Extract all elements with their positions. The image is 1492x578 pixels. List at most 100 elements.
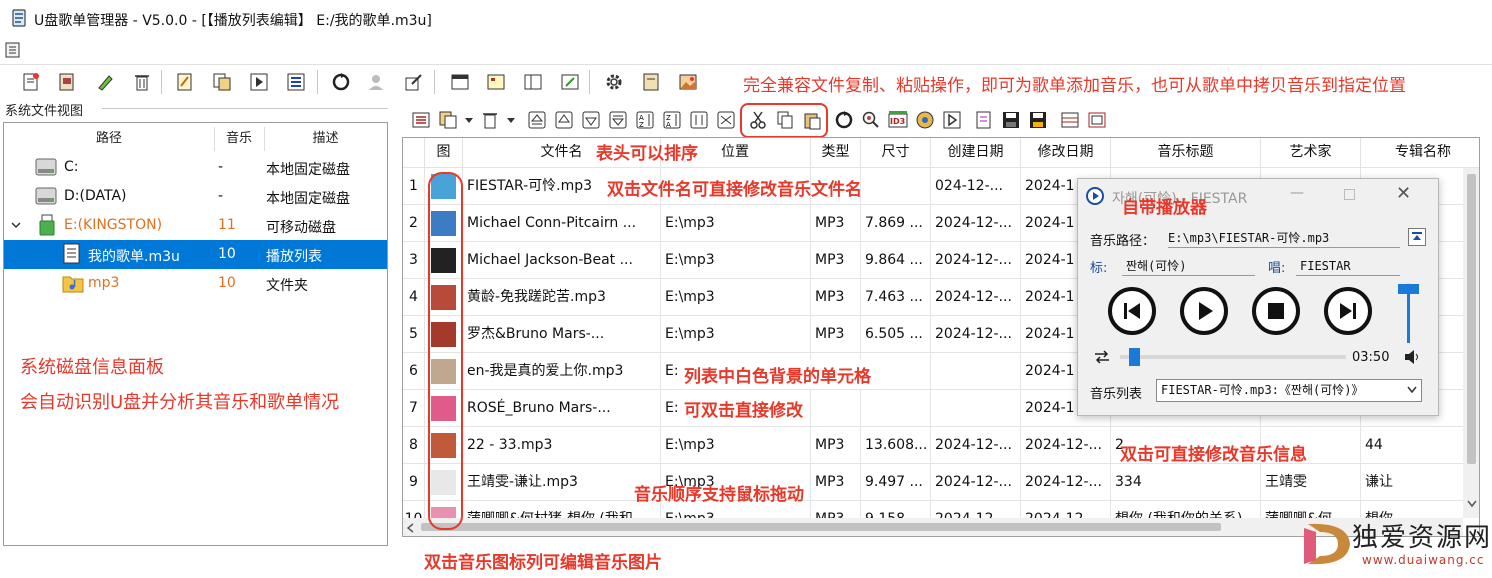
header-created[interactable]: 创建日期 <box>931 138 1021 167</box>
vertical-scrollbar[interactable] <box>1463 168 1479 518</box>
header-album[interactable]: 专辑名称 <box>1361 138 1479 167</box>
artist-field[interactable]: FIESTAR <box>1296 256 1400 276</box>
new-playlist-icon[interactable] <box>20 71 42 93</box>
progress-bar[interactable] <box>1120 348 1346 366</box>
window-icon[interactable] <box>449 71 471 93</box>
cell-type[interactable] <box>811 390 861 426</box>
previous-button[interactable] <box>1108 287 1156 335</box>
header-path[interactable]: 路径 <box>4 127 214 151</box>
open-playlist-icon[interactable] <box>56 71 78 93</box>
fullscreen-icon[interactable] <box>1086 109 1108 131</box>
minimize-icon[interactable]: — <box>1290 185 1304 201</box>
cell-modified[interactable]: 2024-12-... <box>1021 464 1111 500</box>
add-files-icon[interactable] <box>437 109 459 131</box>
cell-size[interactable]: 9.497 ... <box>861 464 931 500</box>
cell-size[interactable]: 6.505 ... <box>861 316 931 352</box>
cell-loc[interactable]: E:\mp3 <box>661 205 811 241</box>
cell-type[interactable]: MP3 <box>811 316 861 352</box>
cell-created[interactable]: 2024-12-... <box>931 205 1021 241</box>
volume-slider[interactable] <box>1398 283 1419 343</box>
cell-size[interactable] <box>861 390 931 426</box>
cell-size[interactable] <box>861 168 931 204</box>
id3-icon[interactable]: ID3 <box>887 109 909 131</box>
save-as-icon[interactable] <box>1027 109 1049 131</box>
cell-created[interactable]: 2024-12-... <box>931 427 1021 463</box>
cell-created[interactable] <box>931 390 1021 426</box>
chevron-down-icon[interactable] <box>506 117 516 125</box>
locate-icon[interactable] <box>1408 228 1426 246</box>
disc-icon[interactable] <box>914 109 936 131</box>
reverse-icon[interactable] <box>688 109 710 131</box>
header-music[interactable]: 音乐 <box>214 127 264 151</box>
maximize-icon[interactable] <box>1344 189 1355 200</box>
tree-row-playlist[interactable]: 我的歌单.m3u 10 播放列表 <box>4 240 387 269</box>
move-bottom-icon[interactable] <box>607 109 629 131</box>
cell-type[interactable]: MP3 <box>811 242 861 278</box>
cell-size[interactable]: 13.608... <box>861 427 931 463</box>
save-icon[interactable] <box>1000 109 1022 131</box>
list-icon[interactable] <box>285 71 307 93</box>
path-field[interactable]: E:\mp3\FIESTAR-可怜.mp3 <box>1168 228 1400 248</box>
sort-az-icon[interactable]: AZ <box>634 109 656 131</box>
cell-artist[interactable]: 王靖雯 <box>1261 464 1361 500</box>
note-icon[interactable] <box>174 71 196 93</box>
chevron-left-icon[interactable] <box>407 523 415 533</box>
sort-za-icon[interactable]: ZA <box>661 109 683 131</box>
table-row[interactable]: 8 22 - 33.mp3 E:\mp3 MP3 13.608... 2024-12-..… <box>403 426 1479 463</box>
mini-player[interactable]: 자해(可怜) - FIESTAR — ✕ 自带播放器 音乐路径： E:\mp3\… <box>1077 178 1439 416</box>
move-top-icon[interactable] <box>526 109 548 131</box>
refresh-icon[interactable] <box>330 71 352 93</box>
cell-file[interactable]: Michael Jackson-Beat ... <box>463 242 661 278</box>
tree-row-c[interactable]: C: - 本地固定磁盘 <box>4 153 387 182</box>
cell-loc[interactable]: E:\mp3 <box>661 427 811 463</box>
cell-created[interactable]: 2024-12-... <box>931 242 1021 278</box>
gear-icon[interactable] <box>603 71 625 93</box>
cell-loc[interactable]: E:\mp3 <box>661 279 811 315</box>
chevron-down-icon[interactable] <box>464 117 474 125</box>
volume-thumb[interactable] <box>1398 283 1419 294</box>
header-modified[interactable]: 修改日期 <box>1021 138 1111 167</box>
chevron-down-icon[interactable] <box>1467 500 1477 508</box>
chevron-down-icon[interactable] <box>10 219 22 231</box>
copy-files-icon[interactable] <box>211 71 233 93</box>
chevron-down-icon[interactable] <box>1407 386 1417 394</box>
book-icon[interactable] <box>640 71 662 93</box>
list-view-icon[interactable] <box>410 109 432 131</box>
document-icon[interactable] <box>973 109 995 131</box>
scroll-thumb[interactable] <box>421 523 1221 531</box>
header-type[interactable]: 类型 <box>811 138 861 167</box>
cell-file[interactable]: en-我是真的爱上你.mp3 <box>463 353 661 389</box>
cell-title[interactable]: 334 <box>1111 464 1261 500</box>
playlist-select[interactable]: FIESTAR-可怜.mp3:《짠해(可怜)》 <box>1156 379 1422 402</box>
user-icon[interactable] <box>366 71 388 93</box>
cell-type[interactable]: MP3 <box>811 464 861 500</box>
delete-icon[interactable] <box>131 71 153 93</box>
header-image[interactable]: 图 <box>425 138 463 167</box>
cell-file[interactable]: 王靖雯-谦让.mp3 <box>463 464 661 500</box>
export-icon[interactable] <box>559 71 581 93</box>
play-icon[interactable] <box>248 71 270 93</box>
cell-loc[interactable]: E:\mp3 <box>661 316 811 352</box>
view-icon[interactable] <box>485 71 507 93</box>
play-button[interactable] <box>1180 287 1228 335</box>
columns-icon[interactable] <box>522 71 544 93</box>
move-up-icon[interactable] <box>553 109 575 131</box>
header-title[interactable]: 音乐标题 <box>1111 138 1261 167</box>
cell-size[interactable]: 9.864 ... <box>861 242 931 278</box>
cell-file[interactable]: 22 - 33.mp3 <box>463 427 661 463</box>
cell-modified[interactable]: 2024-12-... <box>1021 427 1111 463</box>
header-artist[interactable]: 艺术家 <box>1261 138 1361 167</box>
tree-row-mp3[interactable]: mp3 10 文件夹 <box>4 269 387 298</box>
trash-icon[interactable] <box>479 109 501 131</box>
header-size[interactable]: 尺寸 <box>861 138 931 167</box>
cell-file[interactable]: Michael Conn-Pitcairn ... <box>463 205 661 241</box>
shuffle-icon[interactable] <box>715 109 737 131</box>
cell-type[interactable]: MP3 <box>811 279 861 315</box>
move-down-icon[interactable] <box>580 109 602 131</box>
menu-icon[interactable] <box>4 41 22 59</box>
cell-created[interactable]: 2024-12-... <box>931 279 1021 315</box>
play-icon[interactable] <box>941 109 963 131</box>
speaker-icon[interactable] <box>1404 350 1420 364</box>
tag-edit-icon[interactable] <box>403 71 425 93</box>
tree-row-d[interactable]: D:(DATA) - 本地固定磁盘 <box>4 182 387 211</box>
